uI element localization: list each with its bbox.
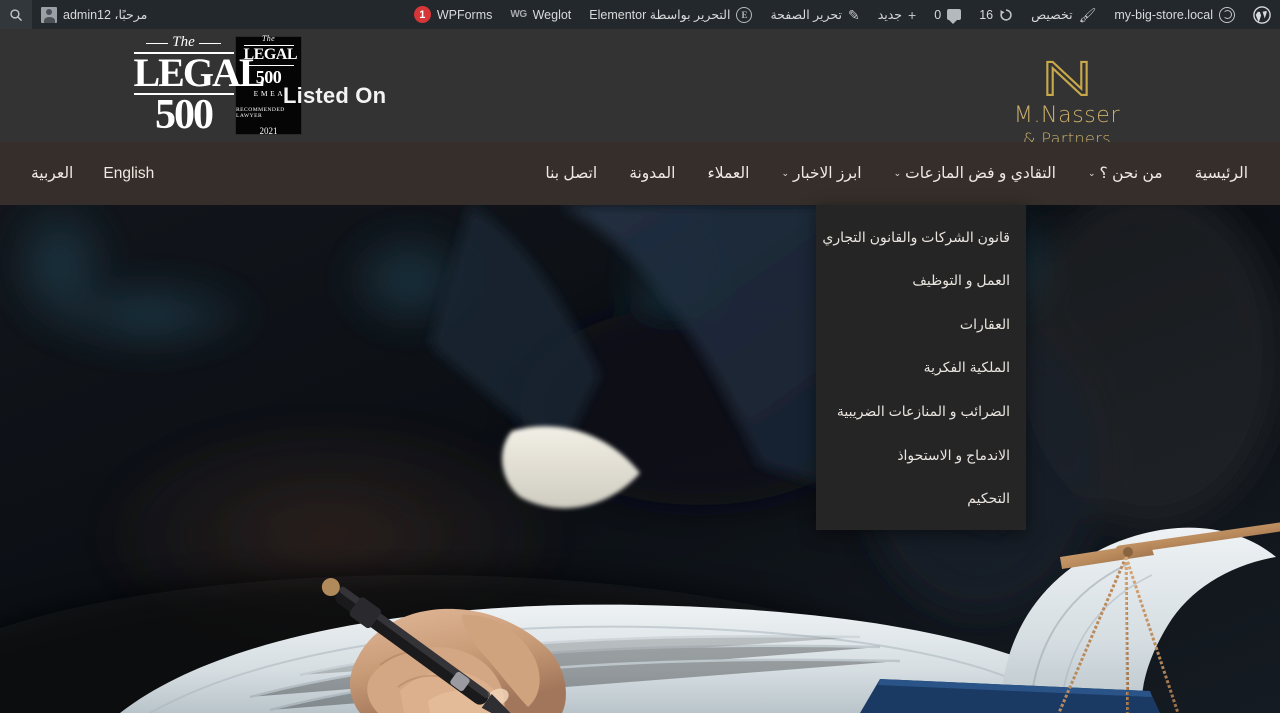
language-english[interactable]: English	[88, 142, 169, 205]
elementor-label: التحرير بواسطة Elementor	[589, 8, 731, 22]
admin-bar-my-account[interactable]: مرحبًا، admin12	[32, 0, 156, 29]
site-name-label: my-big-store.local	[1114, 7, 1213, 22]
paintbrush-icon: 🖌	[1078, 6, 1097, 23]
dropdown-item-intellectual-property[interactable]: الملكية الفكرية	[816, 355, 1026, 379]
nav-item-clients-label: العملاء	[707, 165, 750, 182]
admin-bar-search-button[interactable]	[0, 0, 32, 29]
nav-item-about[interactable]: من نحن ؟ ⌄	[1072, 142, 1179, 205]
badge-large-legal: LEGAL	[133, 50, 266, 96]
avatar	[41, 6, 57, 23]
firm-name: M.Nasser	[1013, 103, 1121, 128]
admin-bar-edit-with-elementor[interactable]: التحرير بواسطة Elementor E	[580, 0, 761, 29]
legal500-badges: The LEGAL 500 EMEA RECOMMENDED LAWYER 20…	[118, 34, 302, 138]
chevron-down-icon: ⌄	[1088, 168, 1096, 178]
nav-item-blog[interactable]: المدونة	[613, 142, 691, 205]
chevron-down-icon: ⌄	[781, 168, 789, 178]
new-label: جديد	[877, 8, 903, 22]
language-switcher: English العربية	[16, 142, 169, 205]
admin-bar-left-group: مرحبًا، admin12	[0, 0, 156, 29]
admin-bar-comments[interactable]: 0	[925, 0, 970, 29]
nav-item-blog-label: المدونة	[629, 165, 676, 182]
nav-item-news[interactable]: ابرز الاخبار ⌄	[765, 142, 877, 205]
nav-item-home-label: الرئيسية	[1194, 165, 1248, 182]
language-arabic[interactable]: العربية	[16, 142, 88, 205]
admin-bar-updates[interactable]: 16	[970, 0, 1022, 29]
dropdown-item-mergers-acquisitions[interactable]: الاندماج و الاستحواذ	[816, 443, 1026, 467]
main-navigation: English العربية الرئيسية من نحن ؟ ⌄ التق…	[0, 142, 1280, 205]
listed-on-text: Listed On	[283, 83, 387, 108]
site-header: The LEGAL 500 EMEA RECOMMENDED LAWYER 20…	[0, 29, 1280, 165]
admin-bar-weglot[interactable]: WG Weglot	[501, 0, 580, 29]
badge-emea-year: 2021	[259, 125, 278, 136]
nav-item-about-label: من نحن ؟	[1099, 165, 1163, 182]
wpforms-label: WPForms	[436, 7, 493, 22]
badge-emea-the: The	[262, 34, 275, 44]
dashboard-icon	[1219, 6, 1235, 23]
legal500-large-badge[interactable]: The LEGAL 500	[132, 35, 266, 138]
admin-bar-site-name[interactable]: my-big-store.local	[1105, 0, 1244, 29]
weglot-icon: WG	[510, 9, 527, 20]
elementor-icon: E	[736, 6, 753, 23]
plus-icon: +	[908, 6, 917, 23]
dropdown-item-arbitration[interactable]: التحكيم	[816, 486, 1026, 510]
dropdown-item-tax-disputes[interactable]: الضرائب و المنازعات الضريبية	[816, 399, 1026, 423]
hero-image: mostaqi.com	[0, 205, 1280, 713]
customize-label: تخصيص	[1031, 8, 1073, 22]
nav-item-contact[interactable]: اتصل بنا	[529, 142, 613, 205]
hero-illustration	[0, 205, 1280, 713]
pencil-icon: ✎	[847, 6, 860, 23]
dropdown-item-labour-employment[interactable]: العمل و التوظيف	[816, 268, 1026, 292]
admin-bar-customize[interactable]: تخصيص 🖌	[1022, 0, 1105, 29]
nav-item-clients[interactable]: العملاء	[691, 142, 765, 205]
nav-item-contact-label: اتصل بنا	[545, 165, 598, 182]
chevron-down-icon: ⌄	[893, 168, 902, 178]
admin-bar-wpforms[interactable]: 1 WPForms	[405, 0, 502, 29]
admin-bar-new-content[interactable]: جديد +	[869, 0, 926, 29]
wpforms-count-badge: 1	[413, 6, 431, 23]
nav-item-litigation-label: التقادي و فض المازعات	[905, 165, 1056, 182]
weglot-label: Weglot	[532, 7, 572, 22]
dropdown-item-corporate-commercial[interactable]: قانون الشركات والقانون التجاري	[816, 225, 1026, 249]
nav-item-news-label: ابرز الاخبار	[793, 165, 862, 182]
edit-page-label: تحرير الصفحة	[770, 8, 842, 22]
badge-large-number: 500	[155, 91, 214, 138]
admin-bar-edit-page[interactable]: تحرير الصفحة ✎	[761, 0, 868, 29]
updates-count: 16	[979, 7, 994, 22]
dropdown-item-real-estate[interactable]: العقارات	[816, 312, 1026, 336]
comment-icon	[947, 9, 962, 24]
updates-icon	[1000, 8, 1012, 21]
n-monogram-icon	[1046, 60, 1088, 97]
page-root: مرحبًا، admin12 1 WPForms WG Weglot التح…	[0, 0, 1280, 713]
comments-count: 0	[934, 7, 942, 22]
search-icon	[10, 8, 23, 21]
badge-large-the: The	[146, 35, 221, 50]
nav-item-home[interactable]: الرئيسية	[1179, 142, 1264, 205]
wordpress-logo-icon	[1253, 5, 1271, 24]
admin-bar-right-group: 1 WPForms WG Weglot التحرير بواسطة Eleme…	[405, 0, 1280, 29]
nav-item-litigation[interactable]: التقادي و فض المازعات ⌄	[878, 142, 1072, 205]
admin-bar-wp-logo[interactable]	[1244, 0, 1280, 29]
nav-items: الرئيسية من نحن ؟ ⌄ التقادي و فض المازعا…	[529, 142, 1264, 205]
admin-bar-greeting: مرحبًا، admin12	[63, 8, 148, 22]
wp-admin-bar: مرحبًا، admin12 1 WPForms WG Weglot التح…	[0, 0, 1280, 29]
nav-dropdown-panel: قانون الشركات والقانون التجاري العمل و ا…	[816, 205, 1026, 530]
